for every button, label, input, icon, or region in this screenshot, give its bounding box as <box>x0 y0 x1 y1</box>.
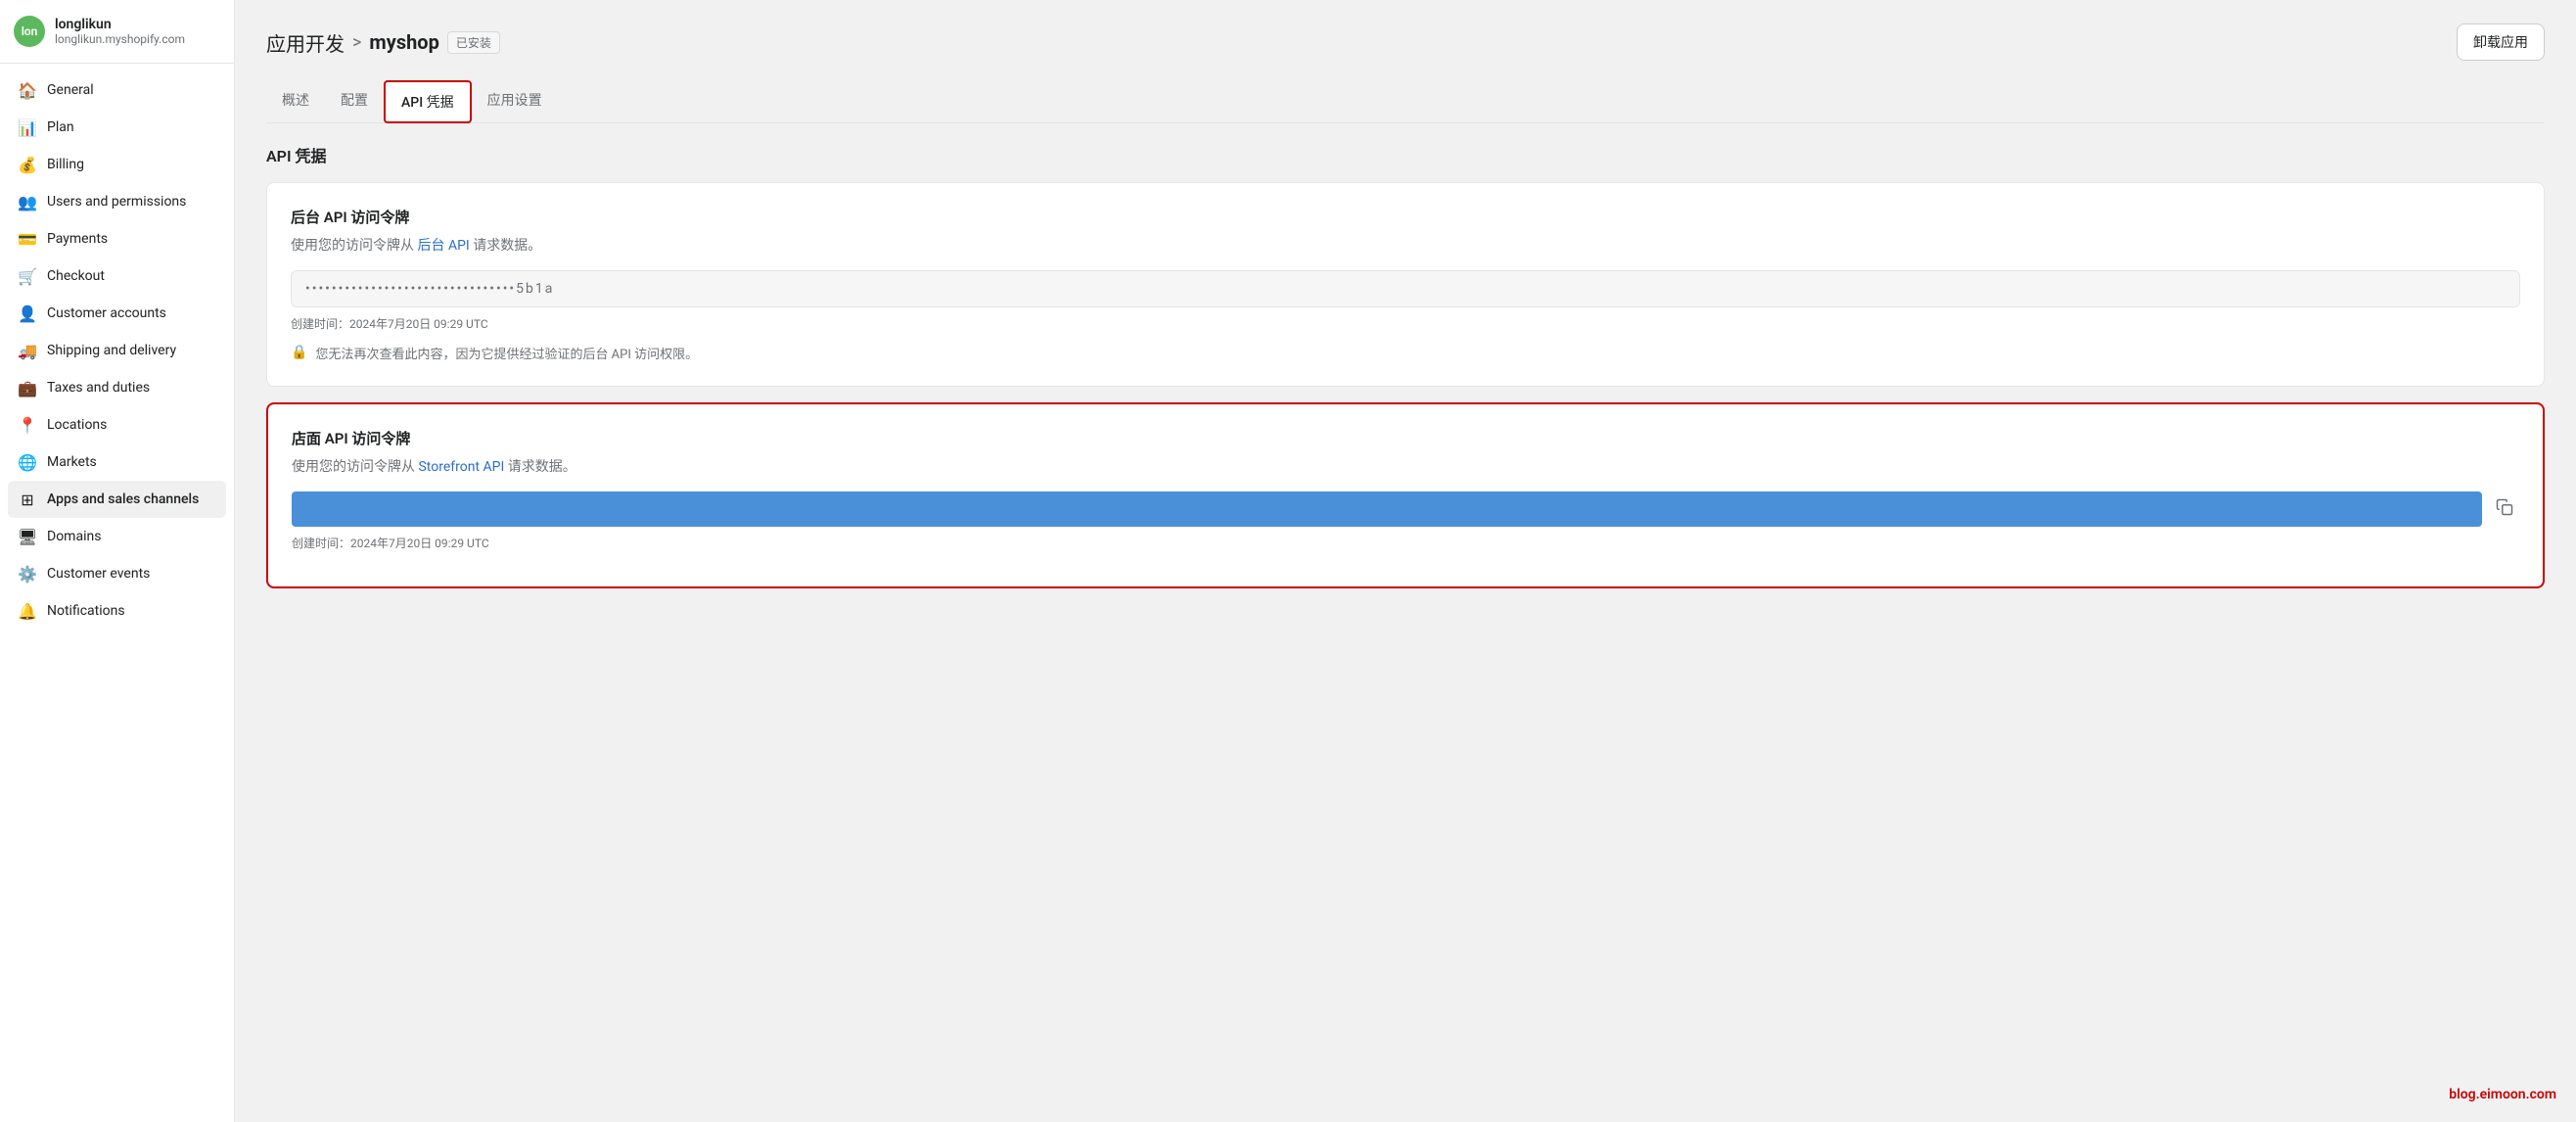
markets-icon: 🌐 <box>18 452 37 472</box>
apps-icon: ⊞ <box>18 490 37 509</box>
warning-text: 您无法再次查看此内容，因为它提供经过验证的后台 API 访问权限。 <box>315 344 698 362</box>
storefront-token-field <box>292 491 2519 527</box>
backend-token-warning: 🔒 您无法再次查看此内容，因为它提供经过验证的后台 API 访问权限。 <box>291 344 2520 362</box>
storefront-token-value <box>292 491 2482 527</box>
watermark: blog.eimoon.com <box>2449 1087 2556 1102</box>
username: longlikun <box>55 17 185 32</box>
users-icon: 👥 <box>18 192 37 211</box>
sidebar-item-customer-accounts[interactable]: 👤 Customer accounts <box>8 295 226 332</box>
checkout-icon: 🛒 <box>18 266 37 286</box>
sidebar-item-taxes[interactable]: 💼 Taxes and duties <box>8 369 226 406</box>
lock-icon: 🔒 <box>291 345 307 360</box>
general-icon: 🏠 <box>18 80 37 100</box>
sidebar-item-apps[interactable]: ⊞ Apps and sales channels <box>8 481 226 518</box>
breadcrumb-separator: > <box>352 32 361 53</box>
storefront-api-link[interactable]: Storefront API <box>418 459 504 475</box>
page-title: API 凭据 <box>266 143 2545 166</box>
sidebar-item-label: Plan <box>47 119 74 135</box>
sidebar-item-label: Notifications <box>47 603 125 619</box>
sidebar: lon longlikun longlikun.myshopify.com 🏠 … <box>0 0 235 1122</box>
sidebar-item-locations[interactable]: 📍 Locations <box>8 406 226 444</box>
sidebar-item-markets[interactable]: 🌐 Markets <box>8 444 226 481</box>
page-header: 应用开发 > myshop 已安装 卸载应用 <box>266 23 2545 61</box>
avatar: lon <box>14 16 45 47</box>
sidebar-item-plan[interactable]: 📊 Plan <box>8 109 226 146</box>
tab-api-credentials[interactable]: API 凭据 <box>384 80 472 123</box>
sidebar-item-label: Shipping and delivery <box>47 343 176 358</box>
notifications-icon: 🔔 <box>18 601 37 621</box>
storefront-card-title: 店面 API 访问令牌 <box>292 428 2519 448</box>
sidebar-item-label: Users and permissions <box>47 194 186 210</box>
status-badge: 已安装 <box>447 31 500 54</box>
tabs: 概述 配置 API 凭据 应用设置 <box>266 80 2545 123</box>
sidebar-item-label: Markets <box>47 454 97 470</box>
sidebar-item-general[interactable]: 🏠 General <box>8 71 226 109</box>
taxes-icon: 💼 <box>18 378 37 397</box>
tab-app-settings[interactable]: 应用设置 <box>472 80 558 123</box>
sidebar-item-label: Apps and sales channels <box>47 491 199 507</box>
backend-api-link[interactable]: 后台 API <box>417 238 469 254</box>
storefront-api-card: 店面 API 访问令牌 使用您的访问令牌从 Storefront API 请求数… <box>266 402 2545 588</box>
sidebar-item-checkout[interactable]: 🛒 Checkout <box>8 257 226 295</box>
sidebar-item-notifications[interactable]: 🔔 Notifications <box>8 592 226 630</box>
customer-accounts-icon: 👤 <box>18 304 37 323</box>
payments-icon: 💳 <box>18 229 37 249</box>
sidebar-item-label: Payments <box>47 231 108 247</box>
sidebar-nav: 🏠 General 📊 Plan 💰 Billing 👥 Users and p… <box>0 71 234 630</box>
breadcrumb-link[interactable]: 应用开发 <box>266 28 345 57</box>
sidebar-item-label: Customer accounts <box>47 305 166 321</box>
billing-icon: 💰 <box>18 155 37 174</box>
sidebar-item-label: Customer events <box>47 566 150 582</box>
uninstall-button[interactable]: 卸载应用 <box>2457 23 2545 61</box>
backend-token-input: ••••••••••••••••••••••••••••••••5b1a <box>291 270 2520 307</box>
sidebar-item-label: Taxes and duties <box>47 380 150 396</box>
storefront-card-description: 使用您的访问令牌从 Storefront API 请求数据。 <box>292 456 2519 476</box>
shipping-icon: 🚚 <box>18 341 37 360</box>
breadcrumb: 应用开发 > myshop 已安装 <box>266 28 500 57</box>
profile-info: longlikun longlikun.myshopify.com <box>55 17 185 46</box>
customer-events-icon: ⚙️ <box>18 564 37 584</box>
backend-token-field: ••••••••••••••••••••••••••••••••5b1a <box>291 270 2520 307</box>
sidebar-item-shipping[interactable]: 🚚 Shipping and delivery <box>8 332 226 369</box>
sidebar-item-label: General <box>47 82 94 98</box>
sidebar-item-users[interactable]: 👥 Users and permissions <box>8 183 226 220</box>
tab-config[interactable]: 配置 <box>325 80 384 123</box>
sidebar-item-label: Domains <box>47 529 101 544</box>
main-content: 应用开发 > myshop 已安装 卸载应用 概述 配置 API 凭据 应用设置… <box>235 0 2576 1122</box>
backend-token-timestamp: 创建时间：2024年7月20日 09:29 UTC <box>291 315 2520 332</box>
sidebar-item-label: Checkout <box>47 268 105 284</box>
domains-icon: 🖥 <box>18 527 37 546</box>
sidebar-item-billing[interactable]: 💰 Billing <box>8 146 226 183</box>
sidebar-item-customer-events[interactable]: ⚙️ Customer events <box>8 555 226 592</box>
locations-icon: 📍 <box>18 415 37 435</box>
sidebar-item-label: Locations <box>47 417 107 433</box>
sidebar-item-payments[interactable]: 💳 Payments <box>8 220 226 257</box>
sidebar-item-label: Billing <box>47 157 84 172</box>
copy-token-button[interactable] <box>2490 492 2519 527</box>
storefront-token-timestamp: 创建时间：2024年7月20日 09:29 UTC <box>292 535 2519 551</box>
sidebar-profile[interactable]: lon longlikun longlikun.myshopify.com <box>0 0 234 64</box>
plan-icon: 📊 <box>18 117 37 137</box>
backend-card-description: 使用您的访问令牌从 后台 API 请求数据。 <box>291 235 2520 255</box>
tab-overview[interactable]: 概述 <box>266 80 325 123</box>
backend-card-title: 后台 API 访问令牌 <box>291 207 2520 227</box>
backend-api-card: 后台 API 访问令牌 使用您的访问令牌从 后台 API 请求数据。 •••••… <box>266 182 2545 387</box>
shop-domain: longlikun.myshopify.com <box>55 32 185 46</box>
sidebar-item-domains[interactable]: 🖥 Domains <box>8 518 226 555</box>
breadcrumb-current: myshop <box>369 30 438 54</box>
